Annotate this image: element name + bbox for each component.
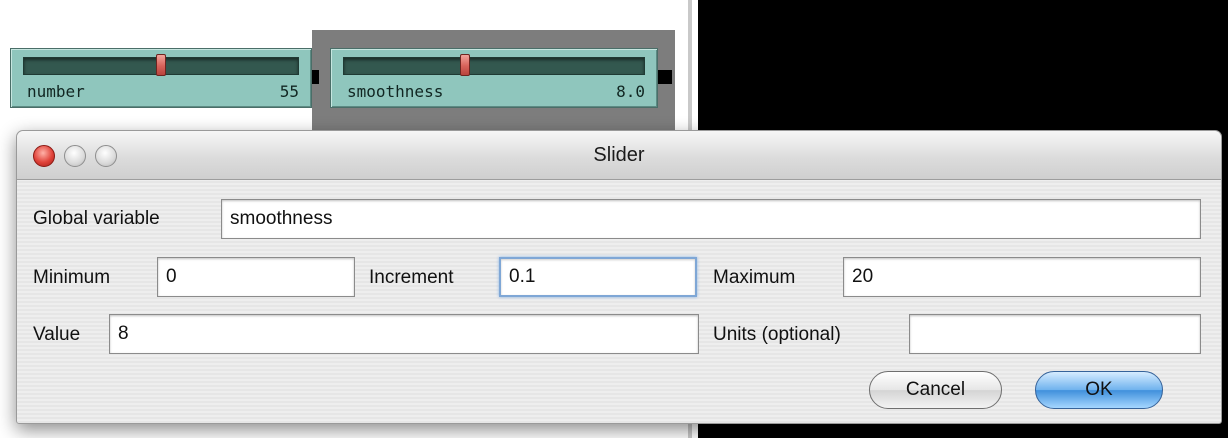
slider-thumb[interactable] (156, 54, 166, 76)
global-variable-label: Global variable (33, 208, 160, 229)
slider-smoothness[interactable]: smoothness 8.0 (330, 48, 658, 108)
maximum-label: Maximum (713, 267, 796, 288)
connector-line (656, 70, 672, 84)
slider-track (343, 54, 645, 76)
slider-track (23, 54, 299, 76)
increment-label: Increment (369, 267, 454, 288)
window-title: Slider (593, 144, 645, 166)
minimum-label: Minimum (33, 267, 111, 288)
slider-value: 55 (279, 82, 299, 101)
value-label: Value (33, 324, 81, 345)
slider-name: smoothness (347, 82, 444, 101)
maximum-input[interactable] (843, 257, 1201, 297)
ok-button[interactable]: OK (1035, 371, 1163, 409)
slider-thumb[interactable] (460, 54, 470, 76)
global-variable-input[interactable] (221, 199, 1201, 239)
slider-value: 8.0 (616, 82, 645, 101)
value-input[interactable] (109, 314, 699, 354)
title-bar[interactable]: Slider (17, 131, 1221, 180)
increment-input[interactable] (499, 257, 697, 297)
slider-name: number (27, 82, 85, 101)
minimum-input[interactable] (157, 257, 355, 297)
units-label: Units (optional) (713, 324, 841, 345)
slider-number[interactable]: number 55 (10, 48, 312, 108)
cancel-button[interactable]: Cancel (869, 371, 1002, 409)
slider-dialog: Slider Global variable Minimum Increment… (16, 130, 1222, 424)
units-input[interactable] (909, 314, 1201, 354)
